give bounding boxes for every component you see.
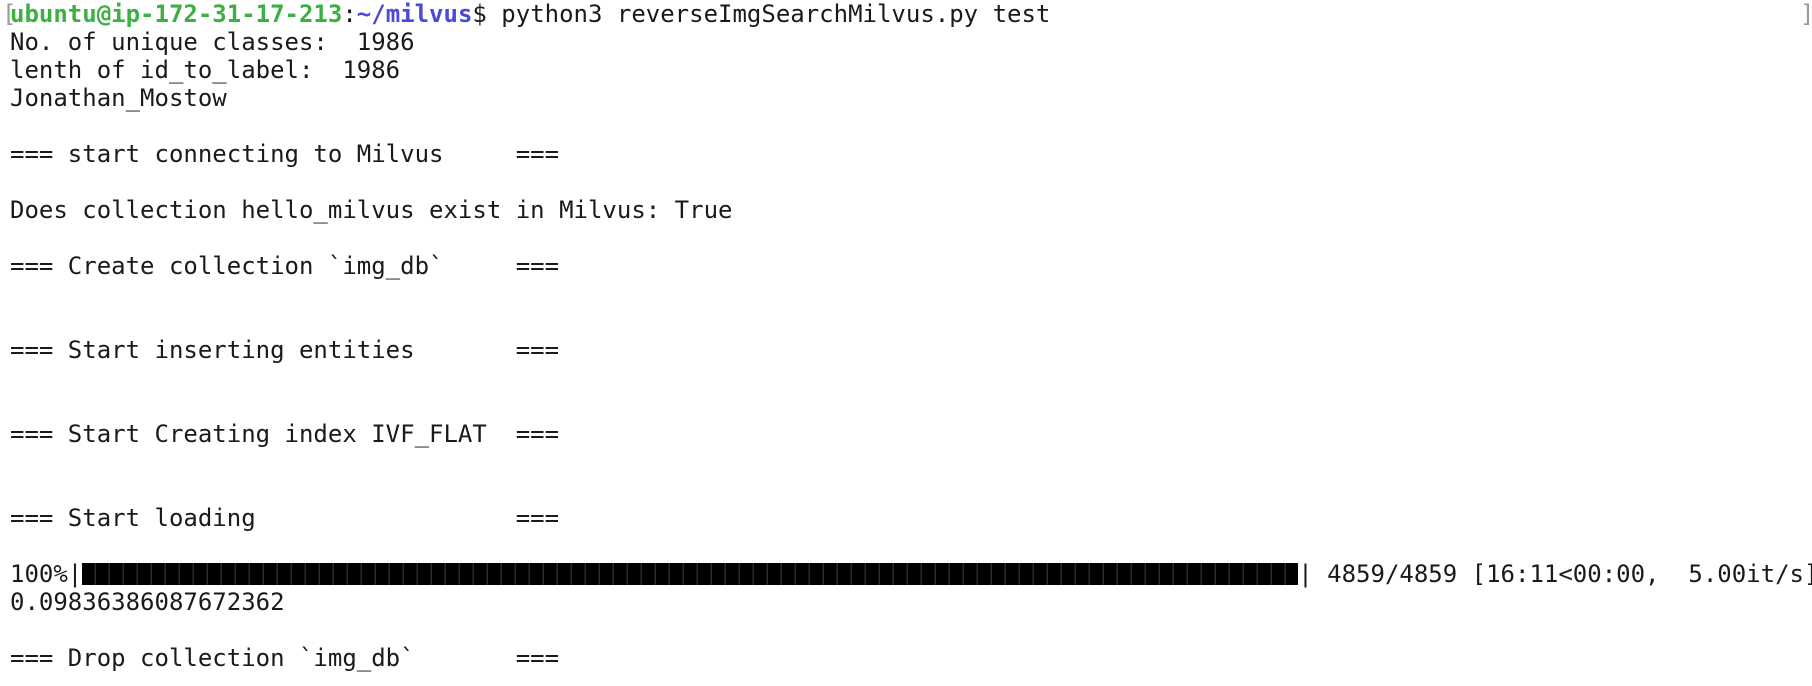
- output-connecting: === start connecting to Milvus ===: [10, 140, 560, 168]
- output-collection-exists: Does collection hello_milvus exist in Mi…: [10, 196, 733, 224]
- output-drop-collection: === Drop collection `img_db` ===: [10, 644, 560, 672]
- prompt-path: ~/milvus: [356, 0, 473, 28]
- progress-bar: [82, 562, 1299, 585]
- output-id-to-label: lenth of id_to_label: 1986: [10, 56, 401, 84]
- progress-bar-left-edge: |: [67, 560, 83, 588]
- progress-percent: 100%: [10, 560, 68, 588]
- prompt-symbol: $: [472, 0, 487, 28]
- output-unique-classes: No. of unique classes: 1986: [10, 28, 415, 56]
- output-loading: === Start loading ===: [10, 504, 560, 532]
- progress-stats: 4859/4859 [16:11<00:00, 5.00it/s]: [1312, 560, 1812, 588]
- output-name: Jonathan_Mostow: [10, 84, 227, 112]
- output-inserting: === Start inserting entities ===: [10, 336, 560, 364]
- output-create-collection: === Create collection `img_db` ===: [10, 252, 560, 280]
- output-result-value: 0.09836386087672362: [10, 588, 285, 616]
- progress-line: 100%| | 4859/4859 [16:11<00:00, 5.00it/s]: [10, 560, 1812, 588]
- output-creating-index: === Start Creating index IVF_FLAT ===: [10, 420, 560, 448]
- prompt-line: ubuntu@ip-172-31-17-213:~/milvus$ python…: [10, 0, 1810, 28]
- prompt-separator: :: [342, 0, 357, 28]
- progress-bar-right-edge: |: [1298, 560, 1313, 588]
- prompt-command: python3 reverseImgSearchMilvus.py test: [486, 0, 1051, 28]
- terminal-output[interactable]: ubuntu@ip-172-31-17-213:~/milvus$ python…: [10, 0, 1812, 672]
- prompt-user-host: ubuntu@ip-172-31-17-213: [10, 0, 343, 28]
